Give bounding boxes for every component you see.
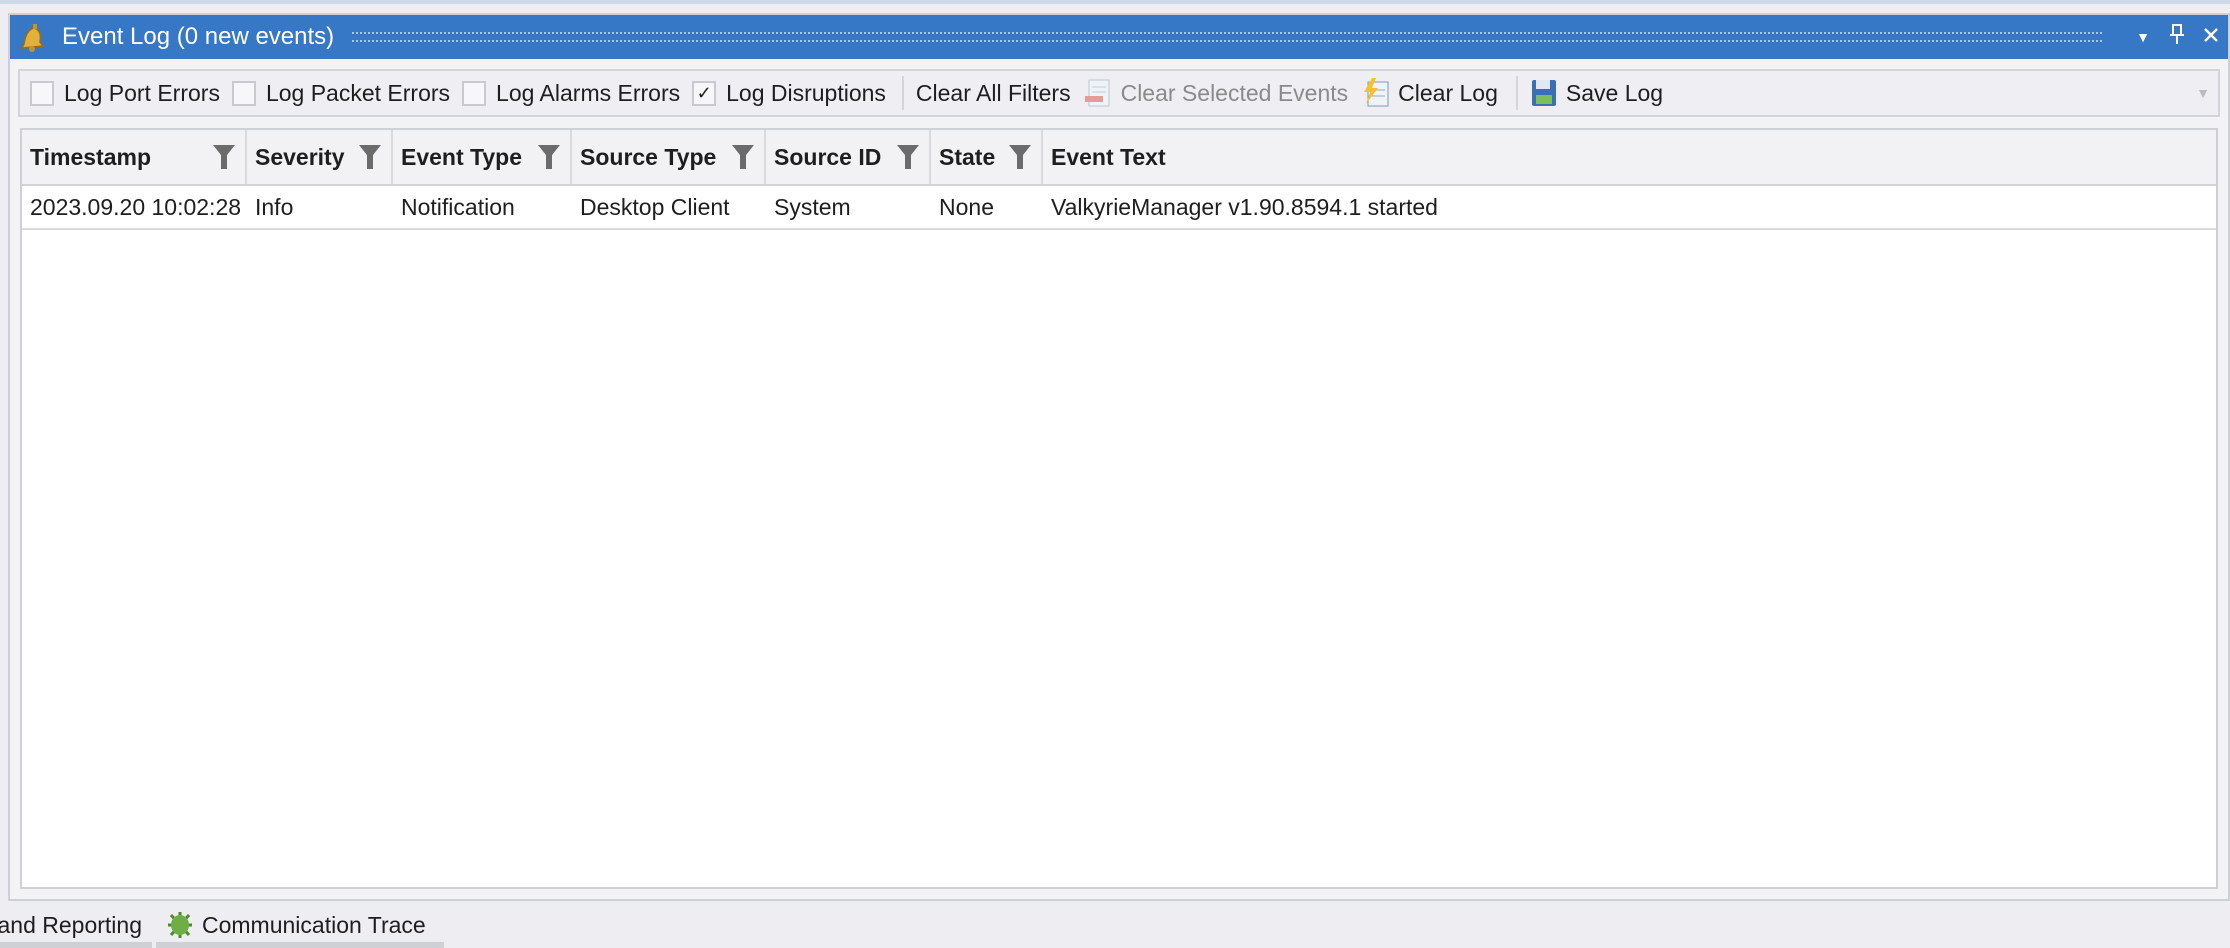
pin-icon[interactable]	[2160, 23, 2194, 51]
clear-all-filters-button[interactable]: Clear All Filters	[916, 80, 1071, 107]
cell-state: None	[939, 193, 994, 220]
cell-source-id: System	[774, 193, 851, 220]
column-header-source-type[interactable]: Source Type	[572, 130, 766, 184]
dropdown-icon[interactable]: ▼	[2126, 29, 2160, 45]
filter-icon[interactable]	[538, 145, 560, 169]
column-header-event-type[interactable]: Event Type	[393, 130, 572, 184]
cell-event-type: Notification	[401, 193, 515, 220]
column-header-source-id[interactable]: Source ID	[766, 130, 931, 184]
log-port-errors-checkbox[interactable]: Log Port Errors	[30, 80, 220, 107]
filter-icon[interactable]	[897, 145, 919, 169]
filter-icon[interactable]	[732, 145, 754, 169]
separator	[901, 76, 904, 110]
toolbar: Log Port Errors Log Packet Errors Log Al…	[18, 69, 2220, 117]
panel-titlebar[interactable]: Event Log (0 new events) ▼	[10, 15, 2228, 59]
bug-icon	[166, 910, 194, 940]
clear-selected-icon	[1084, 78, 1113, 108]
separator	[1515, 76, 1518, 110]
cell-timestamp: 2023.09.20 10:02:28	[30, 193, 242, 220]
toolbar-overflow-icon[interactable]: ▼	[2196, 85, 2210, 101]
filter-icon[interactable]	[213, 145, 235, 169]
filter-icon[interactable]	[359, 145, 381, 169]
event-log-panel: Event Log (0 new events) ▼ Log Port Erro…	[8, 13, 2230, 901]
log-alarms-errors-checkbox[interactable]: Log Alarms Errors	[462, 80, 680, 107]
clear-selected-events-button[interactable]: Clear Selected Events	[1084, 78, 1348, 108]
floppy-disk-icon	[1530, 78, 1558, 108]
cell-event-text: ValkyrieManager v1.90.8594.1 started	[1051, 193, 1438, 220]
table-row[interactable]: 2023.09.20 10:02:28 Info Notification De…	[22, 186, 2216, 230]
filter-icon[interactable]	[1009, 145, 1031, 169]
checkmark-icon: ✓	[692, 80, 717, 106]
event-grid: Timestamp Severity Event Type Source Typ…	[20, 128, 2218, 889]
bottom-tab-strip: and Reporting Communication Trace	[0, 902, 444, 948]
column-header-severity[interactable]: Severity	[247, 130, 393, 184]
tab-communication-trace[interactable]: Communication Trace	[156, 902, 444, 948]
close-icon[interactable]	[2194, 26, 2228, 49]
clear-log-button[interactable]: Clear Log	[1362, 78, 1498, 108]
panel-title: Event Log (0 new events)	[62, 23, 335, 50]
log-disruptions-checkbox[interactable]: ✓ Log Disruptions	[692, 80, 886, 107]
log-packet-errors-checkbox[interactable]: Log Packet Errors	[231, 80, 450, 107]
column-header-timestamp[interactable]: Timestamp	[22, 130, 247, 184]
column-header-event-text[interactable]: Event Text	[1043, 130, 2216, 184]
grid-header: Timestamp Severity Event Type Source Typ…	[22, 130, 2216, 186]
top-strip	[0, 0, 2230, 4]
cell-severity: Info	[255, 193, 294, 220]
bell-icon	[18, 22, 46, 52]
column-header-state[interactable]: State	[931, 130, 1043, 184]
tab-reporting[interactable]: and Reporting	[0, 902, 152, 948]
cell-source-type: Desktop Client	[580, 193, 730, 220]
clear-log-icon	[1362, 78, 1390, 108]
save-log-button[interactable]: Save Log	[1530, 78, 1663, 108]
drag-grip[interactable]	[352, 32, 2102, 42]
